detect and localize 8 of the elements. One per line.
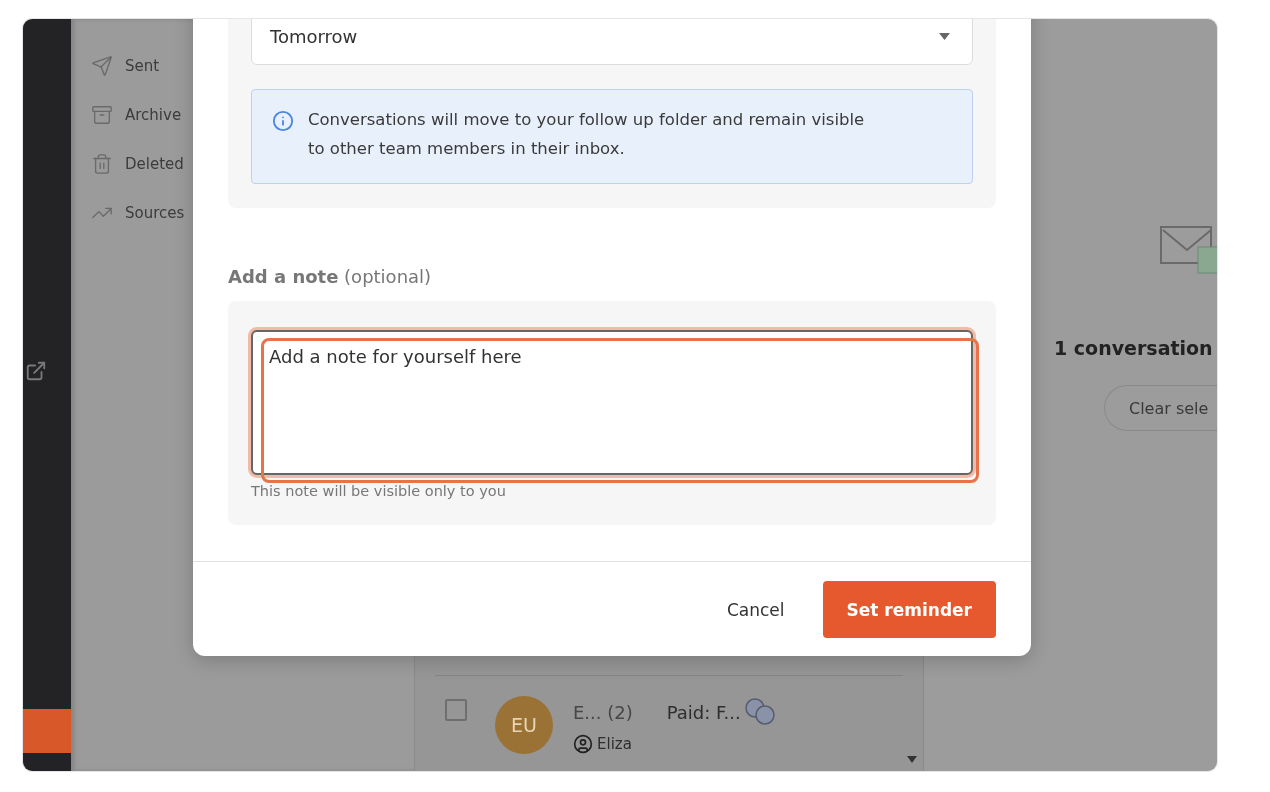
assignee-name: Eliza	[597, 735, 632, 753]
subject-text: Paid: F...	[666, 701, 741, 723]
sender-name: E... (2)	[573, 701, 633, 723]
selection-count: 1 conversation	[1054, 337, 1213, 359]
note-label: Add a note (optional)	[228, 266, 433, 287]
note-hint: This note will be visible only to you	[251, 483, 507, 499]
info-text: Conversations will move to your follow up folder and remain visible to other team members in their inbox.	[308, 109, 866, 160]
avatar: EU	[495, 696, 553, 754]
